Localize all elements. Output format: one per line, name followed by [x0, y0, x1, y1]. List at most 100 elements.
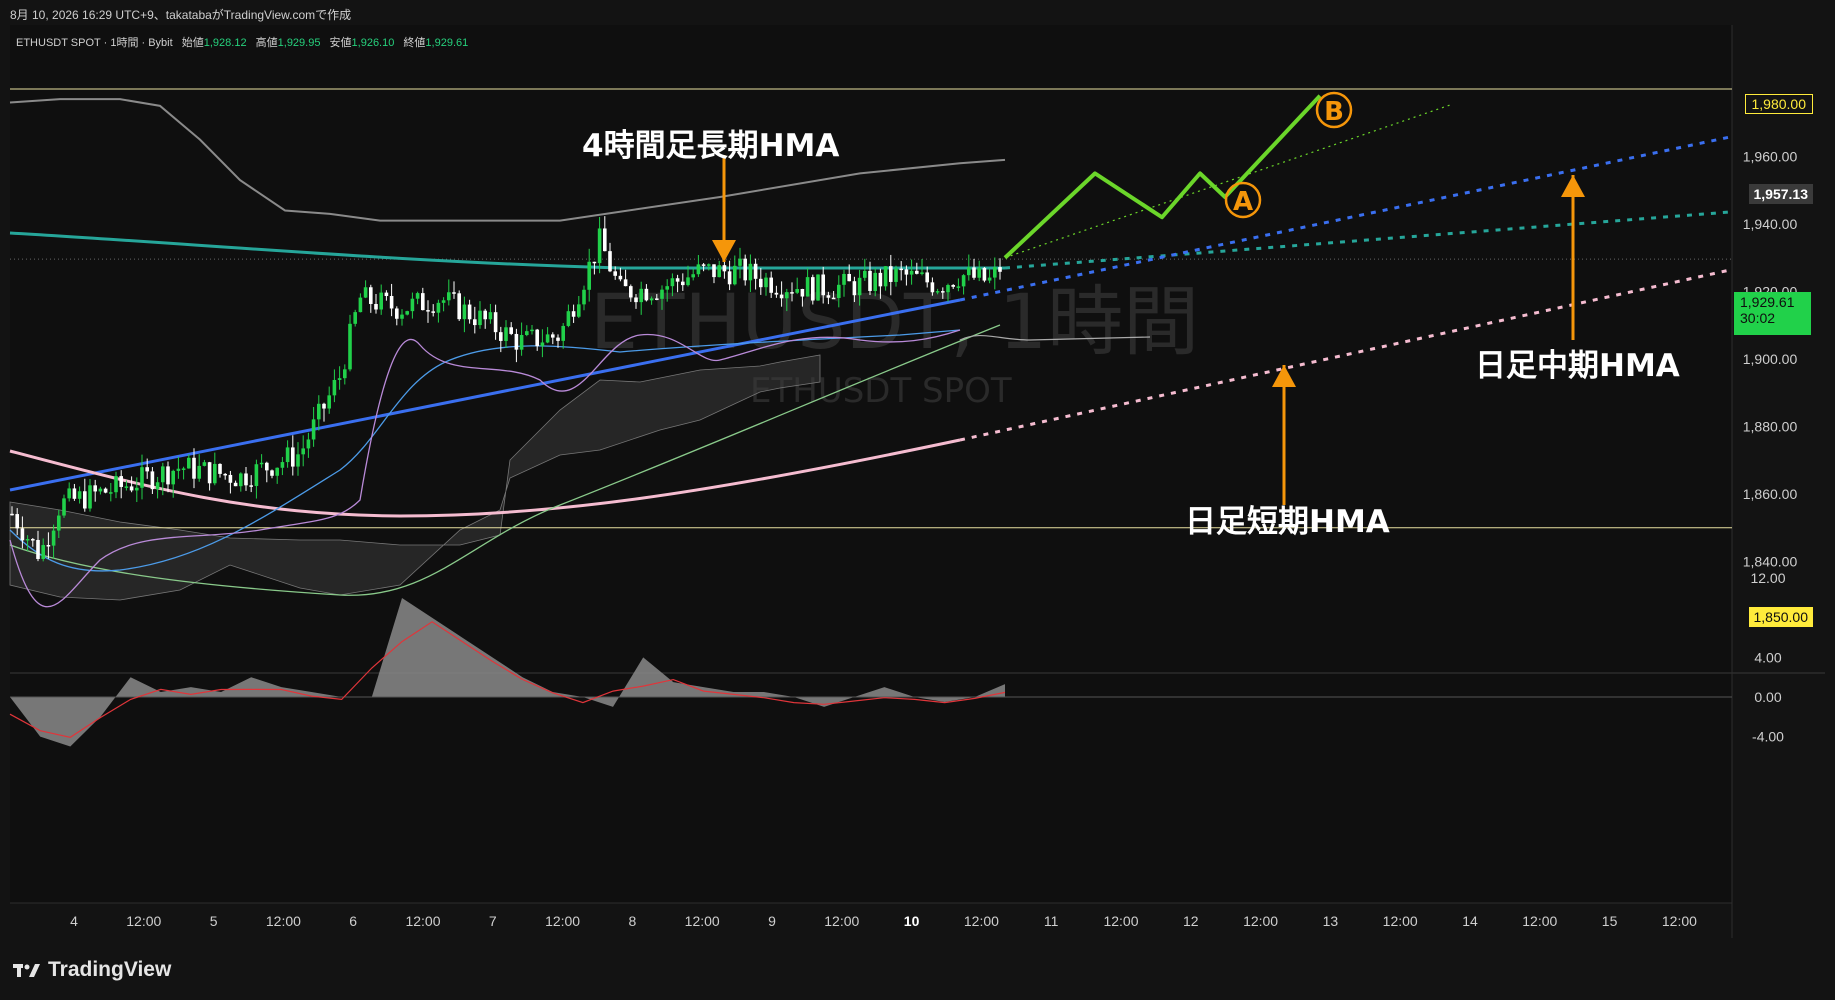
candle-body-64 — [343, 369, 347, 379]
brand-footer[interactable]: TradingView — [12, 958, 171, 982]
candle-body-102 — [540, 342, 545, 347]
candle-body-53 — [285, 447, 290, 463]
candle-body-26 — [145, 467, 149, 472]
candle-body-143 — [753, 263, 758, 279]
candle-86 — [457, 290, 461, 321]
annotation-short-hma: 日足短期HMA — [1185, 504, 1390, 540]
candle-body-138 — [727, 271, 732, 285]
price-tick-5: 1,860.00 — [1743, 486, 1798, 502]
candle-body-173 — [909, 270, 914, 275]
candle-body-185 — [972, 267, 976, 278]
close-label: 終値 — [403, 37, 426, 49]
candle-body-34 — [187, 457, 191, 469]
candle-body-179 — [941, 291, 945, 293]
high-value: 1,929.95 — [277, 37, 321, 49]
candle-body-4 — [31, 539, 35, 541]
candle-body-122 — [644, 288, 649, 301]
time-tick-10: 9 — [768, 913, 776, 929]
candle-body-123 — [649, 298, 654, 301]
candle-body-42 — [228, 474, 233, 483]
time-tick-1: 12:00 — [126, 913, 161, 929]
high-label: 高値 — [255, 37, 278, 49]
open-value: 1,928.12 — [203, 37, 247, 49]
candle-body-111 — [587, 261, 591, 290]
candle-body-13 — [77, 491, 82, 499]
oscillator-axis[interactable]: 12.008.004.000.00-4.00 — [1750, 570, 1785, 744]
candle-body-139 — [733, 265, 737, 285]
candle-body-22 — [124, 486, 129, 488]
candle-body-169 — [889, 266, 893, 282]
candle-body-62 — [332, 379, 337, 396]
candle-body-47 — [254, 464, 259, 486]
candle-body-58 — [311, 419, 316, 440]
current-price-label: 1,929.61 30:02 — [1734, 292, 1811, 335]
candle-body-21 — [119, 476, 123, 487]
candle-body-94 — [499, 332, 503, 341]
time-tick-21: 12:00 — [1522, 913, 1557, 929]
candle-body-90 — [478, 310, 482, 326]
candle-body-39 — [213, 463, 217, 484]
candle-body-52 — [280, 462, 285, 468]
candle-body-77 — [410, 298, 415, 312]
candle-body-40 — [218, 463, 222, 474]
oscillator-tick-4: -4.00 — [1752, 729, 1784, 745]
candle-body-159 — [837, 284, 841, 298]
brand-name: TradingView — [48, 958, 172, 981]
candle-body-55 — [296, 454, 300, 467]
point-a-label: A — [1233, 187, 1253, 217]
candle-body-145 — [764, 277, 768, 288]
candle-body-148 — [779, 294, 784, 299]
candle-body-140 — [738, 258, 742, 266]
candle-body-54 — [291, 447, 295, 467]
candle-body-160 — [842, 273, 846, 285]
candle-body-177 — [930, 282, 935, 293]
candle-body-93 — [493, 312, 498, 333]
candle-body-124 — [655, 298, 659, 300]
candle-body-100 — [530, 329, 534, 332]
symbol-legend[interactable]: ETHUSDT SPOT · 1時間 · Bybit 始値1,928.12 高値… — [16, 34, 468, 50]
time-axis[interactable]: 4 12:00 5 12:00 6 12:00 7 12:00 8 12:00 9 12:00 10 12… — [70, 913, 1697, 929]
candle-body-71 — [379, 292, 383, 310]
time-tick-8: 8 — [629, 913, 637, 929]
chart-canvas[interactable]: ETHUSDT, 1時間 ETHUSDT SPOT 1,960.001,940.… — [0, 0, 1835, 1000]
oscillator-tick-2: 4.00 — [1754, 649, 1781, 665]
oscillator-pane[interactable] — [10, 673, 1732, 903]
candle-body-108 — [571, 311, 576, 317]
candle-body-15 — [88, 485, 92, 509]
candle-body-44 — [239, 473, 243, 487]
price-axis[interactable]: 1,960.001,940.001,920.001,900.001,880.00… — [1743, 149, 1798, 570]
candle-body-78 — [415, 293, 420, 299]
time-tick-9: 12:00 — [685, 913, 720, 929]
time-tick-18: 13 — [1323, 913, 1339, 929]
symbol-info: ETHUSDT SPOT · 1時間 · Bybit — [16, 37, 173, 49]
time-tick-22: 15 — [1602, 913, 1618, 929]
candle-body-112 — [592, 261, 597, 264]
candle-body-30 — [166, 466, 170, 485]
candle-body-96 — [509, 327, 513, 334]
candle-body-109 — [577, 304, 581, 317]
candle-body-2 — [20, 528, 25, 541]
candle-body-188 — [987, 277, 992, 281]
price-tick-0: 1,960.00 — [1743, 149, 1798, 165]
candle-body-74 — [395, 308, 399, 319]
candle-187 — [982, 266, 987, 283]
candle-body-168 — [883, 266, 888, 287]
candle-body-176 — [925, 272, 929, 283]
candle-body-154 — [811, 277, 815, 301]
candle-body-183 — [961, 275, 966, 287]
candle-body-41 — [223, 473, 227, 476]
time-tick-3: 12:00 — [266, 913, 301, 929]
candle-body-125 — [660, 289, 664, 299]
candle-body-18 — [103, 488, 108, 493]
candle-body-110 — [582, 289, 586, 305]
candle-body-91 — [483, 310, 487, 320]
candle-body-95 — [504, 327, 508, 341]
candle-body-157 — [826, 295, 831, 298]
candle-body-37 — [202, 462, 207, 466]
candle-body-11 — [67, 488, 71, 499]
candle-body-107 — [566, 311, 571, 326]
candle-body-115 — [608, 251, 612, 272]
candle-body-129 — [681, 281, 685, 286]
price-tick-3: 1,900.00 — [1743, 351, 1798, 367]
candle-body-105 — [556, 337, 560, 341]
